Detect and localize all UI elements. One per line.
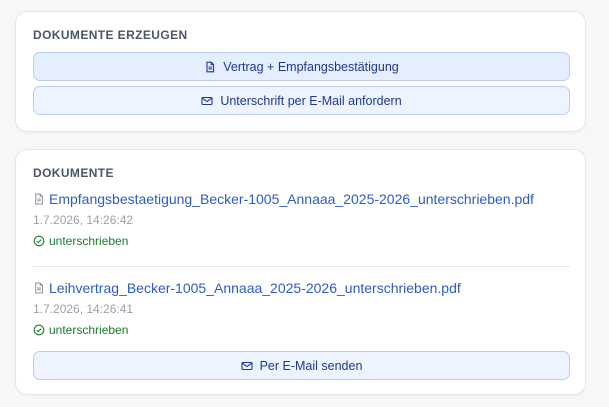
document-item: Leihvertrag_Becker-1005_Annaaa_2025-2026…: [33, 280, 570, 337]
document-icon: [204, 61, 216, 73]
document-timestamp: 1.7.2026, 14:26:42: [33, 213, 134, 227]
status-label: unterschrieben: [49, 234, 129, 248]
document-item: Empfangsbestaetigung_Becker-1005_Annaaa_…: [33, 191, 570, 248]
section-title-documents: DOKUMENTE: [33, 166, 114, 180]
document-link[interactable]: Empfangsbestaetigung_Becker-1005_Annaaa_…: [49, 191, 534, 207]
divider: [33, 266, 570, 267]
generate-documents-card: DOKUMENTE ERZEUGEN Vertrag + Empfangsbes…: [15, 11, 586, 132]
status-label: unterschrieben: [49, 323, 129, 337]
document-icon: [33, 193, 45, 205]
send-email-label: Per E-Mail senden: [259, 358, 363, 373]
status-badge: unterschrieben: [33, 323, 570, 337]
documents-card: DOKUMENTE Empfangsbestaetigung_Becker-10…: [15, 149, 586, 395]
status-badge: unterschrieben: [33, 234, 570, 248]
send-email-button[interactable]: Per E-Mail senden: [33, 351, 570, 380]
check-circle-icon: [33, 235, 45, 247]
create-contract-button[interactable]: Vertrag + Empfangsbestätigung: [33, 52, 570, 81]
create-contract-label: Vertrag + Empfangsbestätigung: [223, 59, 399, 74]
check-circle-icon: [33, 324, 45, 336]
document-link[interactable]: Leihvertrag_Becker-1005_Annaaa_2025-2026…: [49, 280, 461, 296]
request-signature-label: Unterschrift per E-Mail anfordern: [220, 93, 402, 108]
request-signature-button[interactable]: Unterschrift per E-Mail anfordern: [33, 86, 570, 115]
section-title-generate: DOKUMENTE ERZEUGEN: [33, 28, 188, 42]
mail-icon: [201, 95, 213, 107]
document-timestamp: 1.7.2026, 14:26:41: [33, 302, 134, 316]
mail-icon: [241, 360, 253, 372]
document-icon: [33, 282, 45, 294]
